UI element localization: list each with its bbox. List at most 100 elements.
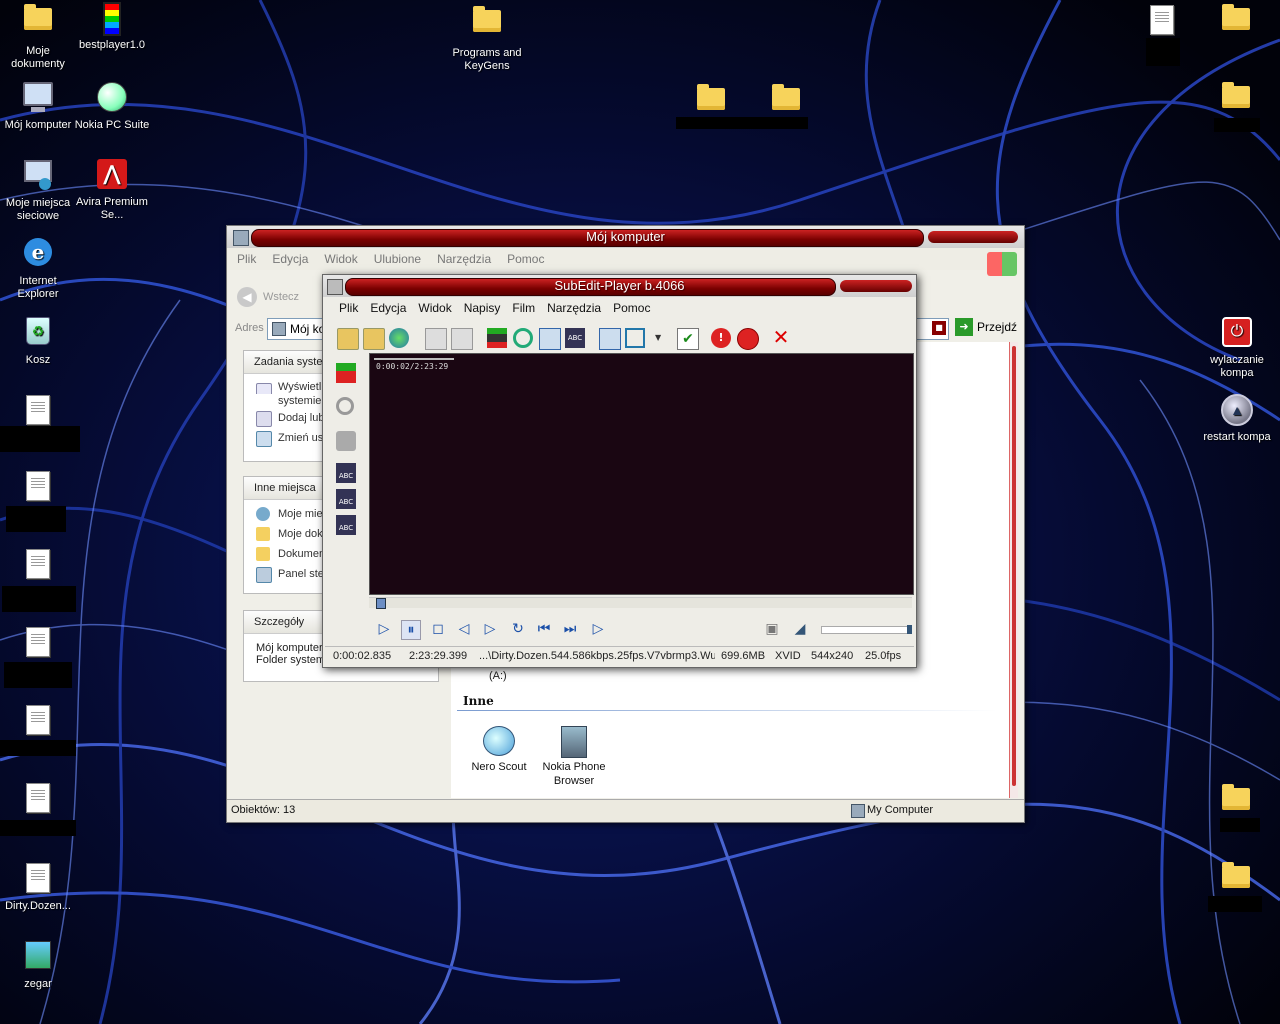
fullscreen-icon[interactable] — [625, 328, 645, 348]
menu-edycja[interactable]: Edycja — [370, 301, 406, 315]
desktop-icon-restart-kompa[interactable]: ▲ restart kompa — [1199, 392, 1275, 444]
move-up-down-icon[interactable] — [336, 363, 356, 383]
desktop-icon-label: bestplayer1.0 — [78, 39, 146, 51]
forward-icon[interactable]: ▷ — [589, 620, 607, 638]
folder-icon — [1219, 784, 1253, 822]
web-icon[interactable] — [389, 328, 409, 348]
menu-napisy[interactable]: Napisy — [464, 301, 501, 315]
stop-icon[interactable]: ◻ — [429, 620, 447, 638]
info-icon[interactable]: ! — [711, 328, 731, 348]
desktop-icon-zegar[interactable]: zegar — [0, 938, 76, 991]
volume-icon[interactable]: ◢ — [791, 620, 809, 638]
nokia-phone-browser-item[interactable]: Nokia Phone Browser — [539, 726, 609, 788]
paste-icon[interactable] — [451, 328, 473, 350]
desktop-icon-moje-dokumenty[interactable]: Moje dokumenty — [0, 2, 76, 71]
desktop-icon-moje-miejsca-sieciowe[interactable]: Moje miejsca sieciowe — [0, 158, 76, 223]
open-subtitles-icon[interactable] — [363, 328, 385, 350]
go-button[interactable]: ➜ Przejdź — [955, 318, 1017, 336]
seek-bar[interactable] — [369, 597, 912, 609]
subtitle-merge-icon[interactable]: ABC — [336, 463, 356, 483]
desktop-icon-internet-explorer[interactable]: e Internet Explorer — [0, 236, 76, 301]
desktop-icon-label: Avira Premium Se... — [76, 196, 148, 221]
desktop-icon-label: Mój komputer — [4, 119, 72, 131]
menu-narzedzia[interactable]: Narzędzia — [437, 252, 491, 266]
volume-thumb[interactable] — [907, 625, 912, 634]
subtitle-stamp-icon[interactable]: ▣ — [763, 620, 781, 638]
menu-widok[interactable]: Widok — [418, 301, 451, 315]
desktop-icon-moj-komputer[interactable]: Mój komputer — [0, 80, 76, 132]
desktop-icon-shortcut[interactable] — [0, 468, 76, 508]
skip-forward-icon[interactable]: ⏭ — [561, 620, 579, 638]
redacted-label — [1214, 118, 1260, 132]
desktop-icon-text-file[interactable] — [1124, 2, 1200, 42]
place-label: Moje miej — [278, 508, 326, 520]
system-info-icon — [256, 383, 272, 394]
video-display[interactable]: 0:00:02/2:23:29 — [369, 353, 914, 595]
address-dropdown-icon[interactable]: ■ — [932, 321, 946, 335]
desktop-icon-avira[interactable]: ⋀ Avira Premium Se... — [74, 158, 150, 222]
insert-line-icon[interactable] — [487, 328, 507, 348]
desktop-icon-kosz[interactable]: ♻ Kosz — [0, 314, 76, 367]
skip-back-icon[interactable]: ⏮ — [535, 620, 553, 638]
desktop-icon-bestplayer[interactable]: bestplayer1.0 — [74, 2, 150, 52]
vertical-scrollbar[interactable] — [1009, 342, 1018, 798]
desktop-icon-shortcut[interactable] — [0, 624, 76, 664]
drive-a-label: (A:) — [489, 670, 507, 682]
nero-scout-icon — [483, 726, 515, 756]
restart-icon: ▲ — [1220, 394, 1254, 428]
player-menubar: Plik Edycja Widok Napisy Film Narzędzia … — [323, 297, 916, 319]
nero-scout-item[interactable]: Nero Scout — [467, 726, 531, 773]
play-icon[interactable]: ▷ — [375, 620, 393, 638]
spellcheck-icon[interactable]: ✔ — [677, 328, 699, 350]
desktop-icon-shortcut[interactable] — [0, 546, 76, 586]
player-titlebar[interactable]: SubEdit-Player b.4066 — [323, 275, 916, 297]
seek-thumb[interactable] — [376, 598, 387, 609]
menu-pomoc[interactable]: Pomoc — [507, 252, 544, 266]
status-resolution: 544x240 — [811, 650, 854, 662]
desktop-icon-programs-keygens[interactable]: Programs and KeyGens — [449, 4, 525, 73]
pause-icon[interactable]: ⏸ — [401, 620, 421, 640]
menu-pomoc[interactable]: Pomoc — [613, 301, 650, 315]
menu-plik[interactable]: Plik — [339, 301, 358, 315]
desktop-icon-label: zegar — [24, 978, 52, 990]
sync-icon[interactable] — [599, 328, 621, 350]
menu-film[interactable]: Film — [512, 301, 535, 315]
task-label: Zmień ust — [278, 432, 327, 444]
explorer-titlebar[interactable]: Mój komputer — [227, 226, 1024, 248]
back-button[interactable]: ◀ Wstecz — [237, 286, 299, 308]
desktop-icon-folder[interactable] — [1198, 80, 1274, 123]
copy-icon[interactable] — [425, 328, 447, 350]
menu-edycja[interactable]: Edycja — [272, 252, 308, 266]
menu-plik[interactable]: Plik — [237, 252, 256, 266]
scrollbar-thumb[interactable] — [1012, 346, 1016, 786]
subtitle-abc-icon[interactable]: ABC — [565, 328, 585, 348]
desktop-icon-nokia-pc-suite[interactable]: Nokia PC Suite — [74, 80, 150, 132]
help-icon[interactable] — [737, 328, 759, 350]
next-frame-icon[interactable]: ▷ — [481, 620, 499, 638]
menu-widok[interactable]: Widok — [324, 252, 357, 266]
subtitle-shift-icon[interactable]: ABC — [336, 515, 356, 535]
loop-icon[interactable]: ↻ — [509, 620, 527, 638]
volume-slider[interactable] — [821, 625, 912, 634]
place-label: Panel ste — [278, 568, 324, 580]
adjust-timing-icon[interactable] — [539, 328, 561, 350]
zoom-icon[interactable] — [336, 397, 354, 415]
menu-ulubione[interactable]: Ulubione — [374, 252, 421, 266]
menu-narzedzia[interactable]: Narzędzia — [547, 301, 601, 315]
subtitle-split-icon[interactable]: ABC — [336, 489, 356, 509]
folder-icon — [1219, 4, 1253, 42]
explorer-title: Mój komputer — [586, 229, 665, 244]
desktop-icon-shortcut[interactable] — [0, 780, 76, 820]
desktop-icon-label: Nokia PC Suite — [74, 119, 150, 131]
stamp-icon[interactable] — [336, 431, 356, 451]
desktop-icon-folder[interactable] — [1198, 2, 1274, 45]
search-icon[interactable] — [513, 328, 533, 348]
desktop-icon-dirty-dozen[interactable]: Dirty.Dozen... — [0, 860, 76, 913]
open-video-icon[interactable] — [337, 328, 359, 350]
close-icon[interactable]: ✕ — [771, 326, 791, 348]
desktop-icon-wylaczanie-kompa[interactable]: ⏻ wylaczanie kompa — [1199, 314, 1275, 380]
desktop-icon-shortcut[interactable] — [0, 702, 76, 742]
prev-frame-icon[interactable]: ◁ — [455, 620, 473, 638]
fullscreen-dropdown-icon[interactable]: ▼ — [655, 333, 661, 342]
status-fps: 25.0fps — [865, 650, 902, 662]
